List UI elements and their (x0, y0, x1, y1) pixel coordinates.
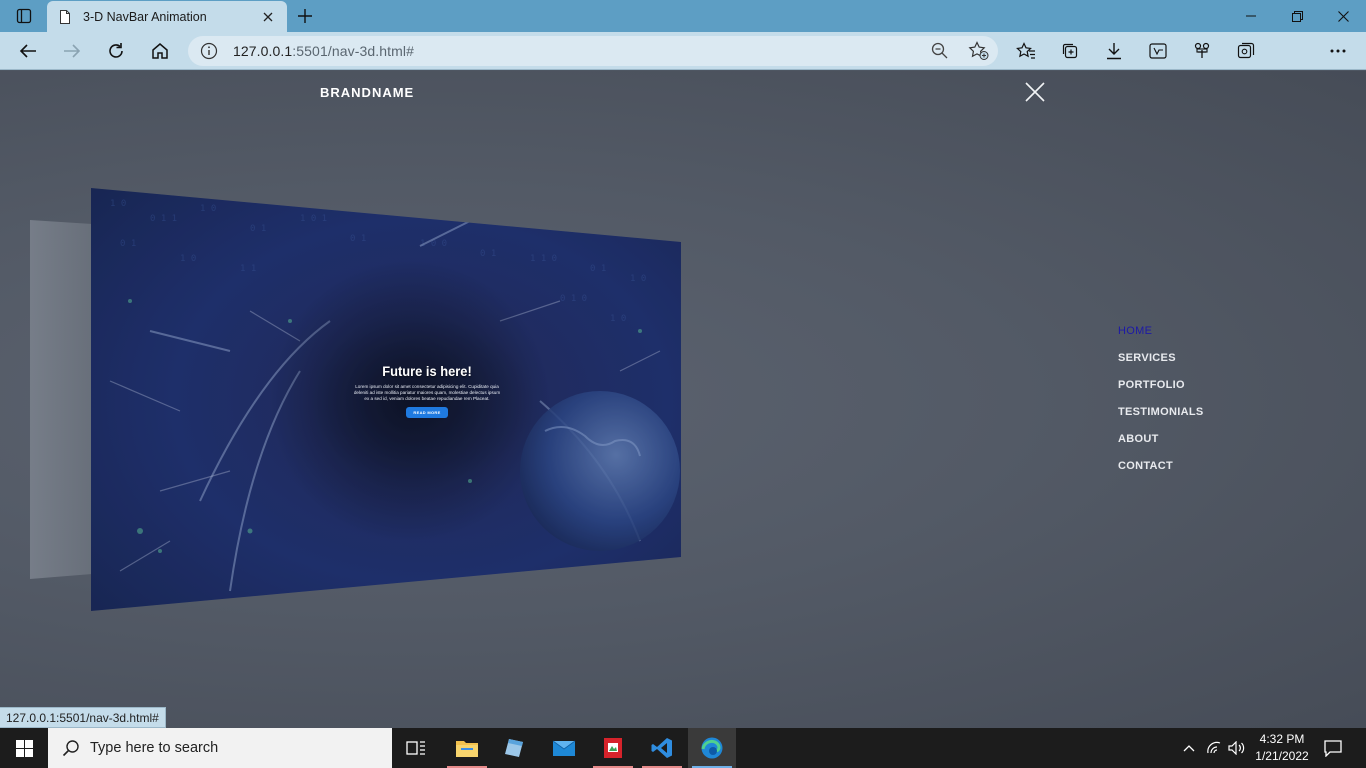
browser-tab[interactable]: 3-D NavBar Animation (47, 1, 287, 32)
address-bar[interactable]: 127.0.0.1:5501/nav-3d.html# (188, 36, 998, 66)
search-placeholder: Type here to search (90, 740, 219, 756)
notepad-app-icon[interactable] (491, 728, 539, 768)
side-nav-menu: HOME SERVICES PORTFOLIO TESTIMONIALS ABO… (1118, 325, 1204, 487)
close-menu-icon[interactable] (1024, 81, 1046, 103)
url-text[interactable]: 127.0.0.1:5501/nav-3d.html# (233, 43, 414, 59)
pdf-reader-icon[interactable] (589, 728, 637, 768)
url-path: :5501/nav-3d.html# (292, 43, 414, 59)
task-view-icon[interactable] (392, 728, 440, 768)
nav-item-contact[interactable]: CONTACT (1118, 460, 1204, 487)
page-viewport: 1 00 1 11 0 0 11 0 10 1 1 0 00 11 1 0 0 … (0, 71, 1366, 728)
forward-arrow-icon[interactable] (56, 35, 88, 67)
brand-logo[interactable]: BRANDNAME (320, 85, 414, 100)
favorites-icon[interactable] (1010, 35, 1042, 67)
browser-titlebar: 3-D NavBar Animation (0, 0, 1366, 32)
nav-item-portfolio[interactable]: PORTFOLIO (1118, 379, 1204, 406)
clock-date: 1/21/2022 (1255, 749, 1309, 763)
edge-browser-icon[interactable] (688, 728, 736, 768)
wifi-icon[interactable] (1204, 728, 1226, 768)
hero-title: Future is here! (382, 363, 472, 379)
new-tab-icon[interactable] (293, 5, 317, 27)
nav-item-services[interactable]: SERVICES (1118, 352, 1204, 379)
more-options-icon[interactable] (1322, 35, 1354, 67)
nav-item-home[interactable]: HOME (1118, 325, 1204, 352)
add-favorite-icon[interactable] (968, 41, 990, 61)
hero-text: Lorem ipsum dolor sit amet consectetur a… (353, 384, 501, 401)
document-icon (60, 9, 70, 24)
nav-item-testimonials[interactable]: TESTIMONIALS (1118, 406, 1204, 433)
status-bar-url: 127.0.0.1:5501/nav-3d.html# (0, 707, 166, 728)
show-hidden-icons-icon[interactable] (1178, 728, 1200, 768)
windows-taskbar: Type here to search 4:32 PM 1/21/2022 (0, 728, 1366, 768)
search-icon (62, 740, 79, 757)
taskbar-search[interactable]: Type here to search (48, 728, 392, 768)
read-more-button[interactable]: READ MORE (406, 407, 448, 419)
web-capture-icon[interactable] (1230, 35, 1262, 67)
volume-icon[interactable] (1226, 728, 1248, 768)
refresh-icon[interactable] (100, 35, 132, 67)
tab-actions-icon[interactable] (8, 4, 40, 28)
site-info-icon[interactable] (200, 42, 218, 60)
collections-icon[interactable] (1054, 35, 1086, 67)
browser-toolbar: 127.0.0.1:5501/nav-3d.html# (0, 32, 1366, 94)
system-clock[interactable]: 4:32 PM 1/21/2022 (1246, 731, 1318, 765)
back-panel (30, 220, 92, 579)
windows-start-icon[interactable] (0, 728, 48, 768)
extensions-icon[interactable] (1186, 35, 1218, 67)
home-icon[interactable] (144, 35, 176, 67)
back-arrow-icon[interactable] (12, 35, 44, 67)
hero-content: Future is here! Lorem ipsum dolor sit am… (352, 363, 502, 419)
minimize-icon[interactable] (1228, 0, 1274, 32)
file-explorer-icon[interactable] (443, 728, 491, 768)
vscode-icon[interactable] (638, 728, 686, 768)
notifications-icon[interactable] (1320, 728, 1346, 768)
tab-title: 3-D NavBar Animation (83, 9, 207, 24)
zoom-out-icon[interactable] (930, 41, 950, 61)
nav-item-about[interactable]: ABOUT (1118, 433, 1204, 460)
clock-time: 4:32 PM (1259, 732, 1305, 746)
close-tab-icon[interactable] (259, 8, 277, 26)
math-solver-icon[interactable] (1142, 35, 1174, 67)
close-window-icon[interactable] (1320, 0, 1366, 32)
url-host: 127.0.0.1 (233, 43, 293, 59)
downloads-icon[interactable] (1098, 35, 1130, 67)
mail-app-icon[interactable] (540, 728, 588, 768)
restore-icon[interactable] (1274, 0, 1320, 32)
